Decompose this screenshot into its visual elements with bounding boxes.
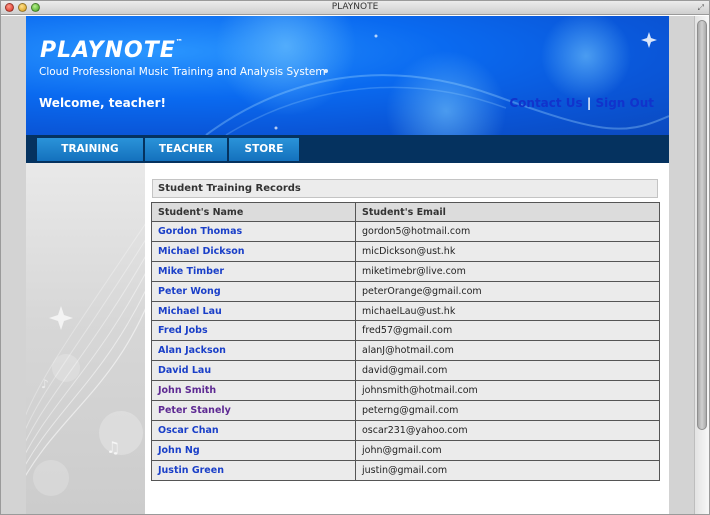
student-email: justin@gmail.com [355, 459, 660, 481]
site-subtitle: Cloud Professional Music Training and An… [39, 66, 326, 78]
svg-text:♪: ♪ [41, 377, 49, 391]
column-header-name: Student's Name [151, 202, 356, 222]
table-row: Michael Dickson micDickson@ust.hk [151, 240, 660, 262]
title-bar: PLAYNOTE ⤢ [1, 1, 709, 15]
page: PLAYNOTE™ Cloud Professional Music Train… [1, 16, 694, 514]
student-email: miketimebr@live.com [355, 260, 660, 282]
main-nav: TRAINING RECORDS TEACHER INFO STORE [26, 135, 669, 178]
table-row: John Smith johnsmith@hotmail.com [151, 380, 660, 402]
window-title: PLAYNOTE [331, 2, 379, 12]
table-header-row: Student's Name Student's Email [151, 202, 660, 222]
welcome-message: Welcome, teacher! [39, 96, 166, 110]
column-header-email: Student's Email [355, 202, 660, 222]
table-row: John Ng john@gmail.com [151, 439, 660, 461]
page-gutter-right [669, 16, 694, 514]
link-separator: | [586, 96, 592, 110]
student-name-link[interactable]: Oscar Chan [151, 419, 356, 441]
music-swirl-decoration: ♫ ♪ [26, 223, 145, 496]
table-row: Mike Timber miketimebr@live.com [151, 260, 660, 282]
contact-us-link[interactable]: Contact Us [509, 96, 582, 110]
student-email: peterOrange@gmail.com [355, 280, 660, 302]
student-email: john@gmail.com [355, 439, 660, 461]
records-table-body: Gordon Thomas gordon5@hotmail.com Michael … [151, 221, 660, 481]
table-row: Peter Stanely peterng@gmail.com [151, 400, 660, 421]
student-email: johnsmith@hotmail.com [355, 380, 660, 402]
student-email: micDickson@ust.hk [355, 240, 660, 262]
table-row: David Lau david@gmail.com [151, 360, 660, 382]
student-name-link[interactable]: Peter Wong [151, 280, 356, 302]
tab-store[interactable]: STORE [229, 138, 299, 161]
student-name-link[interactable]: John Ng [151, 439, 356, 461]
table-row: Michael Lau michaelLau@ust.hk [151, 300, 660, 322]
vertical-scrollbar[interactable] [694, 16, 709, 514]
section-title: Student Training Records [152, 179, 658, 198]
tab-training-records[interactable]: TRAINING RECORDS [37, 138, 143, 178]
student-name-link[interactable]: John Smith [151, 380, 356, 402]
fullscreen-icon[interactable]: ⤢ [698, 3, 704, 13]
student-email: oscar231@yahoo.com [355, 419, 660, 441]
table-row: Gordon Thomas gordon5@hotmail.com [151, 221, 660, 242]
sign-out-link[interactable]: Sign Out [595, 96, 654, 110]
student-email: peterng@gmail.com [355, 400, 660, 421]
table-row: Justin Green justin@gmail.com [151, 459, 660, 481]
svg-text:♫: ♫ [106, 438, 120, 457]
trademark-symbol: ™ [175, 38, 184, 46]
student-email: fred57@gmail.com [355, 320, 660, 342]
student-name-link[interactable]: Gordon Thomas [151, 221, 356, 242]
student-name-link[interactable]: Michael Dickson [151, 240, 356, 262]
student-email: david@gmail.com [355, 360, 660, 382]
student-name-link[interactable]: Peter Stanely [151, 400, 356, 421]
app-window: PLAYNOTE ⤢ PLAYNOTE™ Cloud Professional … [0, 0, 710, 515]
table-row: Alan Jackson alanJ@hotmail.com [151, 340, 660, 362]
table-row: Fred Jobs fred57@gmail.com [151, 320, 660, 342]
table-row: Oscar Chan oscar231@yahoo.com [151, 419, 660, 441]
student-email: gordon5@hotmail.com [355, 221, 660, 242]
student-name-link[interactable]: David Lau [151, 360, 356, 382]
header-banner: PLAYNOTE™ Cloud Professional Music Train… [26, 16, 669, 135]
student-name-link[interactable]: Fred Jobs [151, 320, 356, 342]
student-name-link[interactable]: Mike Timber [151, 260, 356, 282]
student-name-link[interactable]: Alan Jackson [151, 340, 356, 362]
student-email: alanJ@hotmail.com [355, 340, 660, 362]
scrollbar-thumb[interactable] [697, 20, 707, 430]
page-gutter-left [1, 16, 26, 514]
student-records-table: Student's Name Student's Email Gordon Th… [151, 202, 660, 481]
table-row: Peter Wong peterOrange@gmail.com [151, 280, 660, 302]
student-name-link[interactable]: Justin Green [151, 459, 356, 481]
header-links: Contact Us | Sign Out [509, 96, 654, 110]
left-decorative-panel: ♫ ♪ [26, 163, 145, 514]
student-email: michaelLau@ust.hk [355, 300, 660, 322]
student-name-link[interactable]: Michael Lau [151, 300, 356, 322]
tab-teacher-info[interactable]: TEACHER INFO [145, 138, 227, 178]
playnote-logo[interactable]: PLAYNOTE™ [40, 38, 184, 63]
main-content: Student Training Records Student's Name … [145, 163, 669, 514]
